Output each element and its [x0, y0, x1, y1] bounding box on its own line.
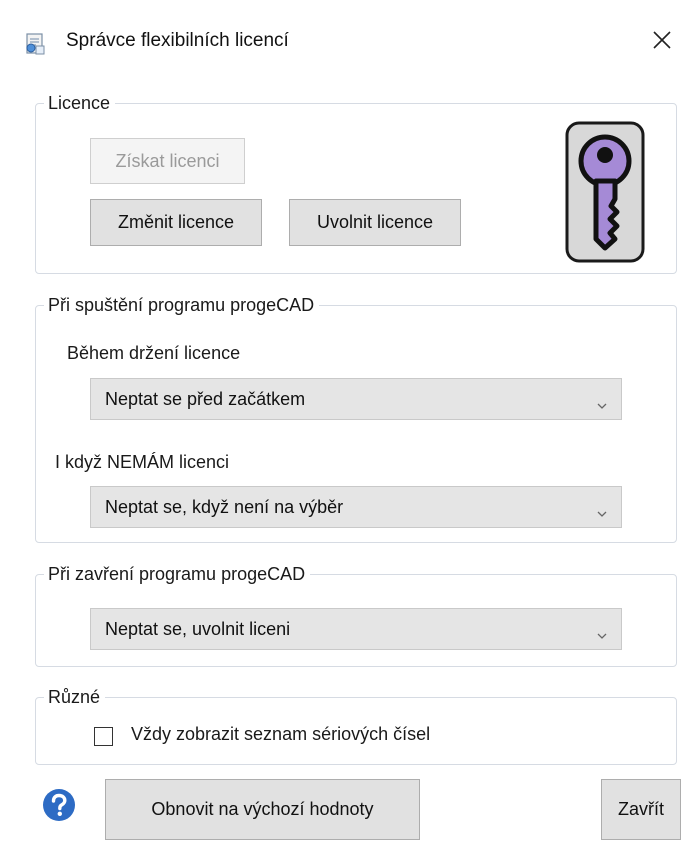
help-icon[interactable] — [42, 788, 76, 822]
license-manager-dialog: Správce flexibilních licencí Licence Zís… — [0, 0, 689, 845]
close-program-value: Neptat se, uvolnit liceni — [105, 619, 291, 639]
close-program-select[interactable]: Neptat se, uvolnit liceni — [90, 608, 622, 650]
window-title: Správce flexibilních licencí — [66, 30, 289, 51]
close-program-legend: Při zavření programu progeCAD — [44, 561, 311, 587]
close-icon — [652, 30, 672, 55]
key-icon — [565, 121, 645, 263]
release-licence-button[interactable]: Uvolnit licence — [289, 199, 461, 246]
misc-legend: Různé — [44, 684, 106, 710]
show-serials-label[interactable]: Vždy zobrazit seznam sériových čísel — [131, 724, 430, 745]
no-licence-value: Neptat se, když není na výběr — [105, 497, 344, 517]
holding-licence-select[interactable]: Neptat se před začátkem — [90, 378, 622, 420]
change-licence-button[interactable]: Změnit licence — [90, 199, 262, 246]
holding-licence-label: Během držení licence — [67, 343, 241, 363]
holding-licence-value: Neptat se před začátkem — [105, 389, 306, 409]
chevron-down-icon — [597, 502, 607, 517]
startup-legend: Při spuštění programu progeCAD — [44, 292, 320, 318]
title-bar: Správce flexibilních licencí — [0, 0, 689, 78]
get-licence-button[interactable]: Získat licenci — [90, 138, 245, 184]
close-window-button[interactable] — [640, 22, 684, 62]
license-manager-icon — [23, 32, 47, 56]
no-licence-select[interactable]: Neptat se, když není na výběr — [90, 486, 622, 528]
chevron-down-icon — [597, 624, 607, 639]
no-licence-label: I když NEMÁM licenci — [55, 452, 230, 472]
reset-defaults-button[interactable]: Obnovit na výchozí hodnoty — [105, 779, 420, 840]
close-button[interactable]: Zavřít — [601, 779, 681, 840]
licence-legend: Licence — [44, 90, 116, 116]
show-serials-checkbox[interactable] — [94, 727, 113, 746]
chevron-down-icon — [597, 394, 607, 409]
